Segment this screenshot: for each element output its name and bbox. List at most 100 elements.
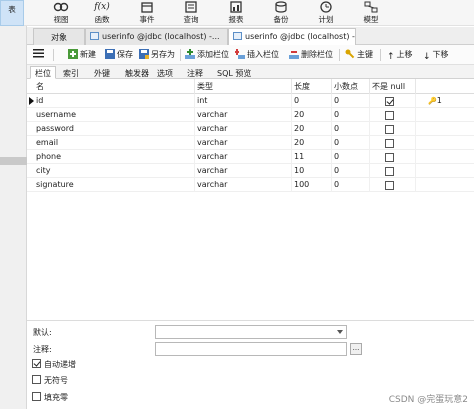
comment-ellipsis-button[interactable]: ... <box>350 343 362 355</box>
ribbon-function-button[interactable]: f(x) 函数 <box>83 0 121 26</box>
menu-button[interactable] <box>33 48 44 62</box>
cell-name[interactable]: signature <box>34 178 195 192</box>
primary-key-label: 主键 <box>357 50 373 59</box>
cell-length[interactable]: 20 <box>292 136 332 150</box>
cell-type[interactable]: int <box>195 94 292 108</box>
cell-name[interactable]: email <box>34 136 195 150</box>
cell-name[interactable]: username <box>34 108 195 122</box>
ribbon-model-label: 模型 <box>363 15 379 24</box>
subtab-foreign-keys[interactable]: 外键 <box>89 66 115 79</box>
move-down-button[interactable]: ↓ 下移 <box>423 48 449 62</box>
cell-length[interactable]: 20 <box>292 108 332 122</box>
subtab-indexes[interactable]: 索引 <box>58 66 84 79</box>
move-up-button[interactable]: ↑ 上移 <box>387 48 413 62</box>
cell-type[interactable]: varchar <box>195 108 292 122</box>
tab-objects[interactable]: 对象 <box>33 28 85 45</box>
ribbon-model-button[interactable]: 模型 <box>352 0 390 26</box>
cell-decimals[interactable]: 0 <box>332 178 370 192</box>
ribbon-event-label: 事件 <box>139 15 155 24</box>
not-null-checkbox[interactable] <box>385 97 394 106</box>
subtab-comments[interactable]: 注释 <box>182 66 208 79</box>
cell-length[interactable]: 0 <box>292 94 332 108</box>
subtab-fields[interactable]: 栏位 <box>30 66 56 79</box>
sidebar-splitter-handle[interactable] <box>0 157 27 165</box>
cell-type[interactable]: varchar <box>195 122 292 136</box>
header-not-null[interactable]: 不是 null <box>370 79 416 94</box>
subtab-sql-preview[interactable]: SQL 预览 <box>212 66 256 79</box>
cell-name[interactable]: id <box>34 94 195 108</box>
cell-decimals[interactable]: 0 <box>332 122 370 136</box>
table-row[interactable]: phone varchar 11 0 <box>27 150 474 164</box>
cell-type[interactable]: varchar <box>195 136 292 150</box>
not-null-checkbox[interactable] <box>385 139 394 148</box>
subtab-options[interactable]: 选项 <box>152 66 178 79</box>
header-name[interactable]: 名 <box>34 79 195 94</box>
ribbon-backup-button[interactable]: 备份 <box>262 0 300 26</box>
comment-label: 注释: <box>33 345 52 354</box>
primary-key-button[interactable]: 主键 <box>345 48 373 62</box>
comment-input[interactable] <box>155 342 347 356</box>
cell-type[interactable]: varchar <box>195 164 292 178</box>
cell-decimals[interactable]: 0 <box>332 108 370 122</box>
table-row[interactable]: id int 0 0 🔑1 <box>27 94 474 108</box>
delete-field-button[interactable]: 删除栏位 <box>289 48 333 62</box>
cell-decimals[interactable]: 0 <box>332 136 370 150</box>
cell-name[interactable]: phone <box>34 150 195 164</box>
auto-increment-checkbox[interactable]: 自动递增 <box>32 359 76 371</box>
not-null-checkbox[interactable] <box>385 125 394 134</box>
hamburger-menu-icon <box>33 49 44 58</box>
cell-decimals[interactable]: 0 <box>332 94 370 108</box>
ribbon-table-label: 表 <box>8 5 16 14</box>
cell-not-null <box>370 178 416 192</box>
cell-length[interactable]: 20 <box>292 122 332 136</box>
table-row[interactable]: password varchar 20 0 <box>27 122 474 136</box>
cell-length[interactable]: 10 <box>292 164 332 178</box>
header-type[interactable]: 类型 <box>195 79 292 94</box>
ribbon-toolbar: 表 视图 f(x) 函数 事件 查询 报表 备份 计划 模型 <box>0 0 474 26</box>
ribbon-table-button[interactable]: 表 <box>0 0 24 26</box>
cell-type[interactable]: varchar <box>195 150 292 164</box>
cell-key <box>416 178 474 192</box>
ribbon-schedule-label: 计划 <box>318 15 334 24</box>
ribbon-query-button[interactable]: 查询 <box>172 0 210 26</box>
subtab-triggers[interactable]: 触发器 <box>120 66 154 79</box>
insert-field-button[interactable]: 插入栏位 <box>235 48 279 62</box>
default-dropdown[interactable] <box>155 325 347 339</box>
cell-name[interactable]: password <box>34 122 195 136</box>
cell-decimals[interactable]: 0 <box>332 164 370 178</box>
cell-length[interactable]: 100 <box>292 178 332 192</box>
cell-key <box>416 122 474 136</box>
not-null-checkbox[interactable] <box>385 167 394 176</box>
cell-type[interactable]: varchar <box>195 178 292 192</box>
table-row[interactable]: email varchar 20 0 <box>27 136 474 150</box>
ribbon-report-button[interactable]: 报表 <box>217 0 255 26</box>
new-button[interactable]: 新建 <box>68 48 96 62</box>
not-null-checkbox[interactable] <box>385 153 394 162</box>
table-row[interactable]: signature varchar 100 0 <box>27 178 474 192</box>
tab-userinfo-1[interactable]: userinfo @jdbc (localhost) -... <box>85 28 228 45</box>
header-decimals[interactable]: 小数点 <box>332 79 370 94</box>
ribbon-view-button[interactable]: 视图 <box>42 0 80 26</box>
not-null-checkbox[interactable] <box>385 181 394 190</box>
insert-field-icon <box>235 49 245 59</box>
ribbon-event-button[interactable]: 事件 <box>128 0 166 26</box>
table-row[interactable]: city varchar 10 0 <box>27 164 474 178</box>
delete-field-icon <box>289 51 299 59</box>
ribbon-schedule-button[interactable]: 计划 <box>307 0 345 26</box>
unsigned-checkbox[interactable]: 无符号 <box>32 375 68 387</box>
cell-length[interactable]: 11 <box>292 150 332 164</box>
cell-not-null <box>370 94 416 108</box>
add-field-button[interactable]: 添加栏位 <box>185 48 229 62</box>
table-row[interactable]: username varchar 20 0 <box>27 108 474 122</box>
save-as-button[interactable]: 另存为 <box>139 48 175 62</box>
header-length[interactable]: 长度 <box>292 79 332 94</box>
insert-field-label: 插入栏位 <box>247 50 279 59</box>
tab-userinfo-2[interactable]: userinfo @jdbc (localhost) -... <box>228 28 356 46</box>
cell-name[interactable]: city <box>34 164 195 178</box>
not-null-checkbox[interactable] <box>385 111 394 120</box>
delete-field-label: 删除栏位 <box>301 50 333 59</box>
zerofill-checkbox[interactable]: 填充零 <box>32 392 68 404</box>
cell-decimals[interactable]: 0 <box>332 150 370 164</box>
function-icon: f(x) <box>94 2 110 12</box>
save-button[interactable]: 保存 <box>105 48 133 62</box>
